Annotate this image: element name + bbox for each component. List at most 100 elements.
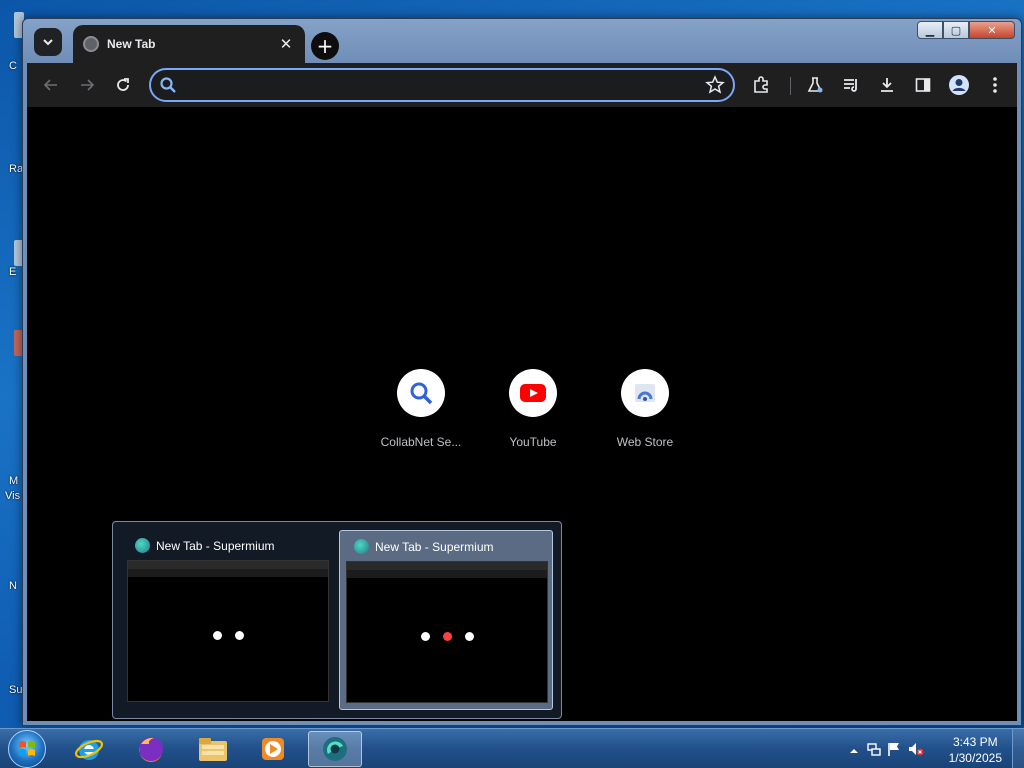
back-button[interactable] bbox=[37, 71, 65, 99]
search-icon bbox=[410, 382, 433, 405]
window-thumbnail[interactable]: New Tab - Supermium bbox=[121, 530, 335, 710]
preview-shortcut bbox=[465, 632, 474, 641]
side-panel-button[interactable] bbox=[909, 71, 937, 99]
shortcut-grid: CollabNet Se... YouTube Web Store bbox=[365, 369, 701, 449]
globe-icon bbox=[83, 36, 99, 52]
reload-button[interactable] bbox=[109, 71, 137, 99]
taskbar-explorer[interactable] bbox=[186, 731, 240, 767]
extensions-button[interactable] bbox=[747, 71, 775, 99]
media-player-icon bbox=[262, 738, 284, 760]
thumbnail-title-text: New Tab - Supermium bbox=[375, 539, 494, 554]
media-control-icon bbox=[844, 79, 857, 92]
preview-toolbar bbox=[128, 569, 328, 577]
shortcut-youtube[interactable]: YouTube bbox=[477, 369, 589, 449]
taskbar: 3:43 PM 1/30/2025 bbox=[0, 728, 1024, 768]
supermium-icon bbox=[135, 538, 150, 553]
search-icon bbox=[159, 76, 177, 98]
web-store-icon bbox=[635, 384, 655, 402]
shortcut-label: Web Store bbox=[616, 435, 674, 449]
forward-icon bbox=[81, 79, 95, 91]
bookmark-star-icon[interactable] bbox=[705, 75, 725, 99]
desktop-label: Vis bbox=[5, 490, 21, 502]
system-tray: 3:43 PM 1/30/2025 bbox=[834, 729, 1024, 768]
desktop-label: M bbox=[9, 475, 19, 487]
extensions-icon bbox=[754, 76, 768, 93]
taskbar-firefox[interactable] bbox=[124, 731, 178, 767]
minimize-button[interactable]: ▁ bbox=[917, 21, 943, 39]
close-button[interactable]: ✕ bbox=[969, 21, 1015, 39]
thumbnail-title: New Tab - Supermium bbox=[354, 539, 494, 554]
menu-button[interactable] bbox=[981, 71, 1009, 99]
tab-new-tab[interactable]: New Tab ✕ bbox=[73, 25, 305, 63]
menu-icon bbox=[993, 77, 997, 93]
reload-icon bbox=[117, 78, 129, 91]
forward-button[interactable] bbox=[73, 71, 101, 99]
preview-tabbar bbox=[128, 561, 328, 569]
preview-toolbar bbox=[347, 570, 547, 578]
firefox-icon bbox=[139, 737, 163, 763]
thumbnail-title-text: New Tab - Supermium bbox=[156, 538, 275, 553]
desktop-edge: C Ra E M Vis N Su bbox=[0, 0, 24, 728]
side-panel-icon bbox=[915, 78, 931, 92]
profile-icon bbox=[949, 75, 969, 95]
network-icon[interactable] bbox=[866, 741, 882, 757]
thumbnail-preview bbox=[127, 560, 329, 702]
maximize-button[interactable]: ▢ bbox=[943, 21, 969, 39]
preview-shortcut bbox=[443, 632, 452, 641]
download-icon bbox=[881, 78, 893, 92]
toolbar bbox=[27, 63, 1017, 107]
download-button[interactable] bbox=[873, 71, 901, 99]
action-center-flag-icon[interactable] bbox=[886, 741, 902, 757]
desktop-label: Su bbox=[9, 684, 23, 696]
shortcut-web-store[interactable]: Web Store bbox=[589, 369, 701, 449]
thumbnail-title: New Tab - Supermium bbox=[135, 538, 275, 553]
show-desktop-button[interactable] bbox=[1012, 729, 1024, 768]
preview-shortcut bbox=[235, 631, 244, 640]
file-explorer-icon bbox=[199, 738, 227, 761]
taskbar-ie[interactable] bbox=[62, 731, 116, 767]
shortcut-tile bbox=[509, 369, 557, 417]
preview-tabbar bbox=[347, 562, 547, 570]
clock[interactable]: 3:43 PM 1/30/2025 bbox=[949, 734, 1002, 766]
clock-time: 3:43 PM bbox=[952, 735, 998, 749]
labs-button[interactable] bbox=[801, 71, 829, 99]
show-hidden-icons-icon[interactable] bbox=[846, 743, 862, 759]
tab-search-button[interactable] bbox=[34, 28, 62, 56]
supermium-icon bbox=[323, 737, 347, 761]
tab-title: New Tab bbox=[107, 37, 156, 51]
chevron-down-icon bbox=[43, 39, 53, 46]
preview-shortcut bbox=[213, 631, 222, 640]
tab-close-button[interactable]: ✕ bbox=[277, 35, 295, 53]
shortcut-label: CollabNet Se... bbox=[380, 435, 462, 449]
taskbar-supermium[interactable] bbox=[308, 731, 362, 767]
internet-explorer-icon bbox=[74, 739, 104, 760]
windows-logo-icon bbox=[19, 741, 35, 756]
taskbar-preview-popup: New Tab - Supermium New Tab - Supermium bbox=[112, 521, 562, 719]
address-bar[interactable] bbox=[149, 68, 735, 102]
volume-muted-icon[interactable] bbox=[908, 741, 924, 757]
window-controls: ▁ ▢ ✕ bbox=[917, 21, 1015, 39]
shortcut-tile bbox=[621, 369, 669, 417]
supermium-icon bbox=[354, 539, 369, 554]
clock-date: 1/30/2025 bbox=[948, 751, 1002, 765]
taskbar-media-player[interactable] bbox=[246, 731, 300, 767]
preview-shortcut bbox=[421, 632, 430, 641]
toolbar-divider bbox=[790, 77, 791, 95]
desktop-label: N bbox=[9, 580, 17, 592]
tab-strip: New Tab ✕ + bbox=[27, 23, 901, 63]
new-tab-button[interactable]: + bbox=[311, 32, 339, 60]
profile-button[interactable] bbox=[945, 71, 973, 99]
window-thumbnail-active[interactable]: New Tab - Supermium bbox=[339, 530, 553, 710]
shortcut-collabnet[interactable]: CollabNet Se... bbox=[365, 369, 477, 449]
shortcut-tile bbox=[397, 369, 445, 417]
desktop-label: Ra bbox=[9, 163, 24, 175]
labs-icon bbox=[807, 77, 823, 93]
address-input[interactable] bbox=[185, 75, 685, 95]
start-button[interactable] bbox=[8, 730, 46, 768]
desktop-label: E bbox=[9, 266, 17, 278]
back-icon bbox=[43, 79, 57, 91]
shortcut-label: YouTube bbox=[509, 435, 557, 449]
media-control-button[interactable] bbox=[837, 71, 865, 99]
thumbnail-preview bbox=[346, 561, 548, 703]
desktop-label: C bbox=[9, 60, 17, 72]
